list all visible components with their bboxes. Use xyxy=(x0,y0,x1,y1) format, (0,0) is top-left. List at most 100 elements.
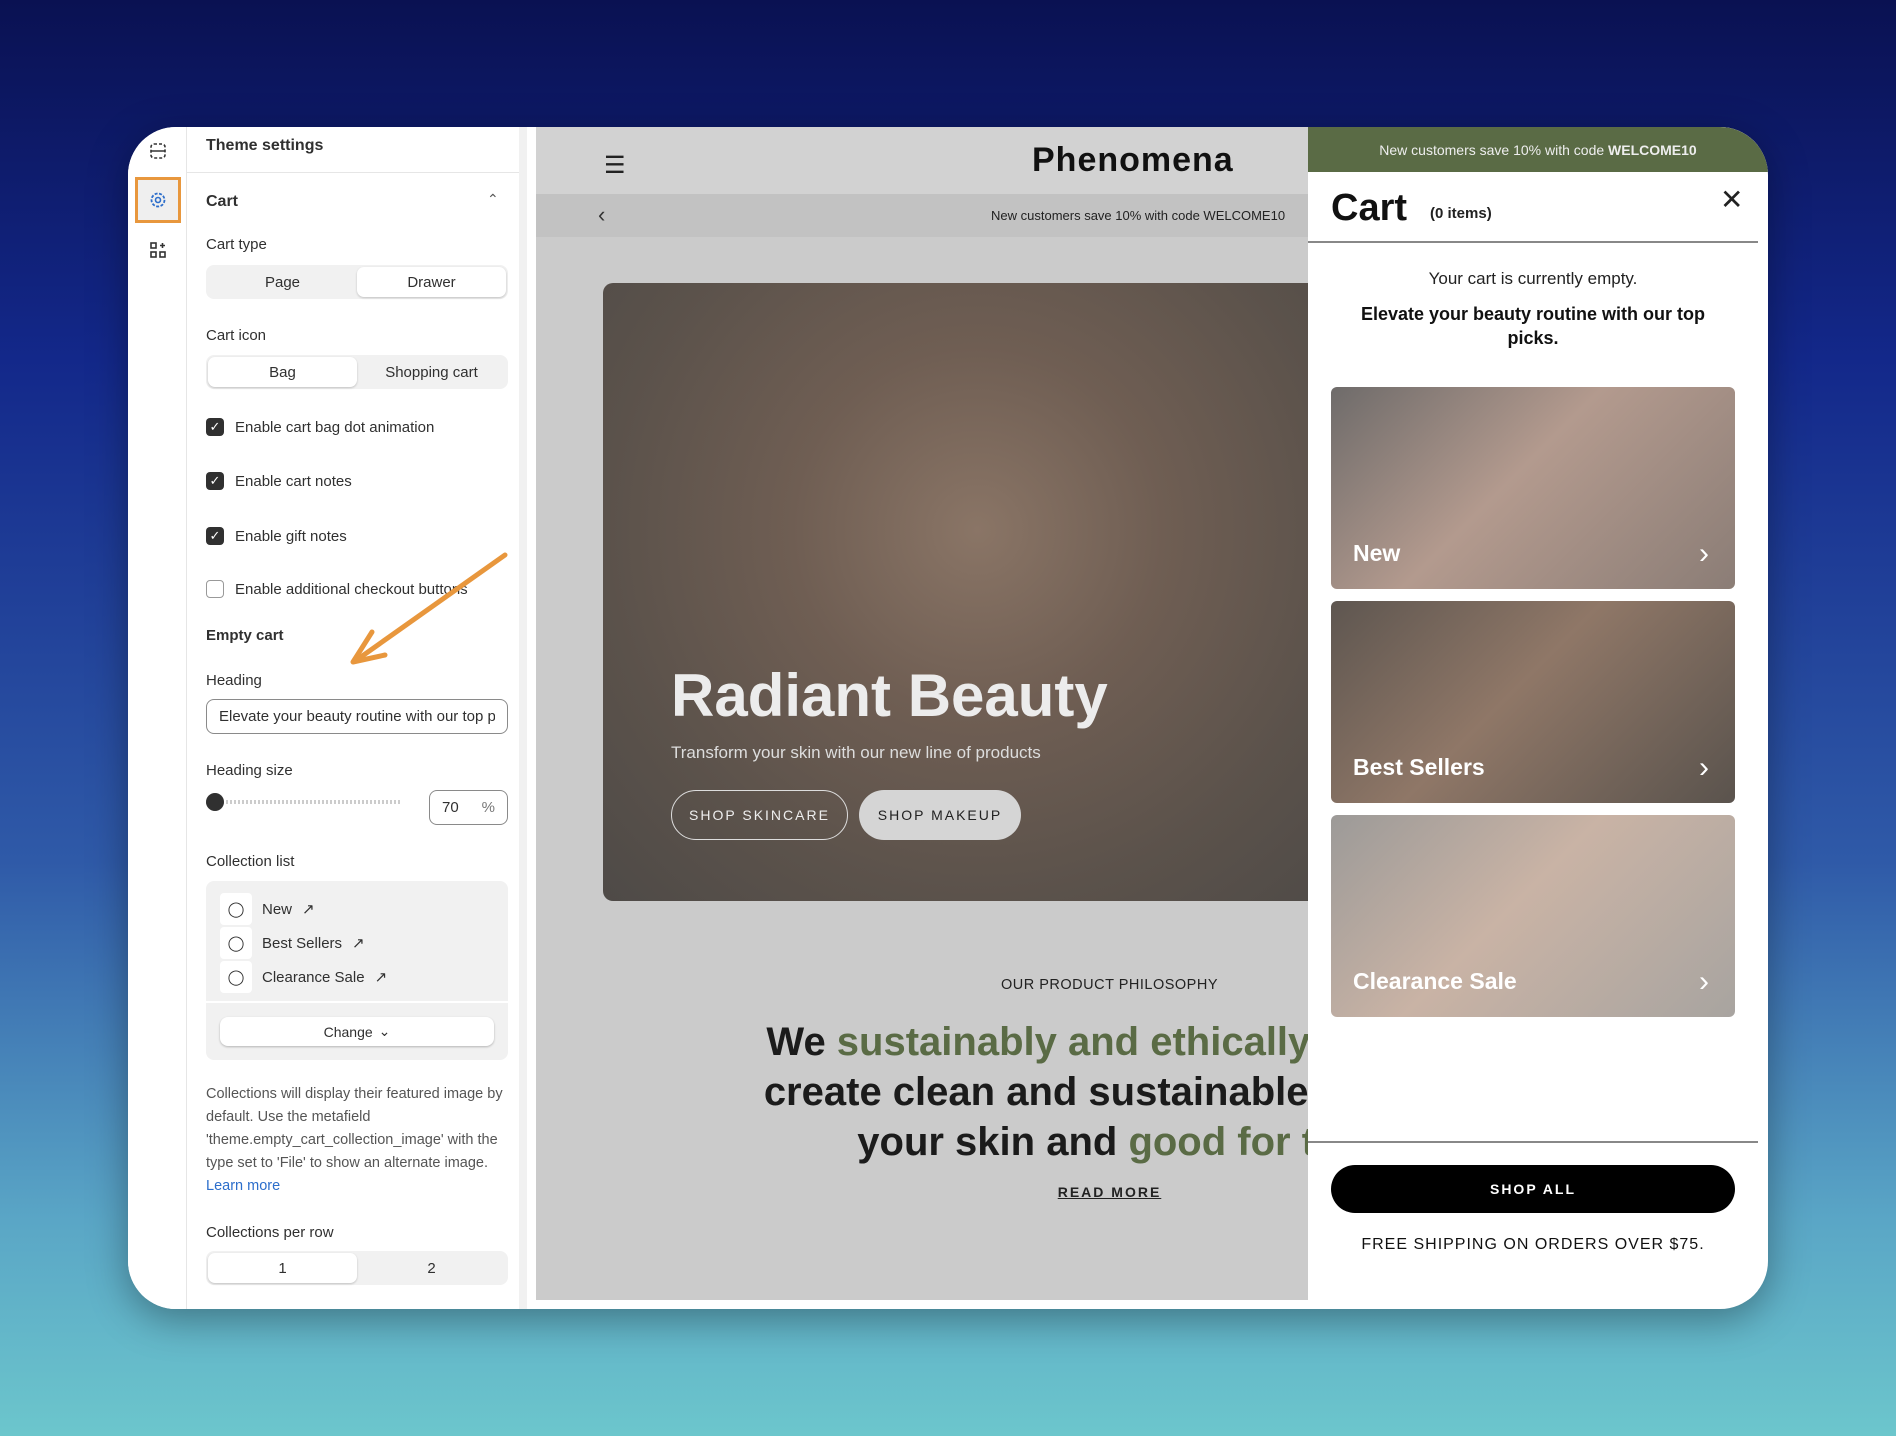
shop-makeup-button[interactable]: SHOP MAKEUP xyxy=(859,790,1021,840)
heading-label: Heading xyxy=(206,672,262,689)
checkbox-label: Enable cart notes xyxy=(235,472,352,490)
cart-icon-shopping-cart[interactable]: Shopping cart xyxy=(357,357,506,387)
cart-count: (0 items) xyxy=(1430,205,1492,222)
checkbox-label: Enable cart bag dot animation xyxy=(235,418,435,436)
per-row-2[interactable]: 2 xyxy=(357,1253,506,1283)
percent-unit: % xyxy=(481,799,495,816)
chevron-up-icon[interactable]: ⌃ xyxy=(487,191,499,208)
collection-name: New xyxy=(262,900,293,918)
chevron-right-icon: › xyxy=(1699,751,1709,784)
collection-item[interactable]: ◯ Best Sellers ↗ xyxy=(220,927,365,959)
empty-cart-heading: Empty cart xyxy=(206,627,284,644)
hamburger-menu-icon[interactable]: ☰ xyxy=(604,151,626,180)
headline-text: create clean and sustainable produc xyxy=(763,1070,1308,1114)
help-text-body: Collections will display their featured … xyxy=(206,1086,503,1171)
headline-line: create clean and sustainable produc xyxy=(536,1067,1308,1117)
cart-icon-toggle: Bag Shopping cart xyxy=(206,355,508,389)
collection-list-label: Collection list xyxy=(206,853,295,870)
heading-size-input[interactable]: 70% xyxy=(429,790,508,825)
heading-size-slider-track[interactable] xyxy=(206,800,401,804)
gear-icon[interactable] xyxy=(135,177,181,223)
hero-image: Radiant Beauty Transform your skin with … xyxy=(603,283,1308,901)
collection-list: ◯ New ↗ ◯ Best Sellers ↗ ◯ Clearance Sale ↗ Ch… xyxy=(206,881,508,1060)
tag-icon: ◯ xyxy=(220,961,252,993)
checkbox-label: Enable gift notes xyxy=(235,527,347,545)
apps-icon[interactable] xyxy=(140,232,176,268)
external-link-icon[interactable]: ↗ xyxy=(375,968,388,986)
section-title[interactable]: Cart xyxy=(206,193,238,211)
cart-icon-bag[interactable]: Bag xyxy=(208,357,357,387)
philosophy-headline: We sustainably and ethically sourcecreat… xyxy=(536,1017,1308,1167)
change-button[interactable]: Change ⌄ xyxy=(220,1017,494,1046)
sections-icon[interactable] xyxy=(140,133,176,169)
store-preview: ☰ Phenomena ‹ New customers save 10% wit… xyxy=(536,127,1308,1300)
theme-editor-window: Theme settings Cart ⌃ Cart type Page Dra… xyxy=(128,127,1768,1309)
tag-icon: ◯ xyxy=(220,893,252,925)
collection-card-new[interactable]: New › xyxy=(1331,387,1735,589)
chevron-down-icon: ⌄ xyxy=(378,1023,391,1039)
checkbox-checked-icon[interactable]: ✓ xyxy=(206,418,224,436)
checkbox-checked-icon[interactable]: ✓ xyxy=(206,472,224,490)
checkbox-label: Enable additional checkout buttons xyxy=(235,580,468,598)
learn-more-link[interactable]: Learn more xyxy=(206,1178,280,1194)
empty-cart-message: Your cart is currently empty. xyxy=(1428,269,1638,288)
headline-line: your skin and good for the xyxy=(536,1117,1308,1167)
promo-code: WELCOME10 xyxy=(1608,141,1697,158)
per-row-label: Collections per row xyxy=(206,1224,334,1241)
checkbox-unchecked-icon[interactable] xyxy=(206,580,224,598)
read-more-link[interactable]: READ MORE xyxy=(536,1184,1308,1200)
checkbox-checked-icon[interactable]: ✓ xyxy=(206,527,224,545)
cart-type-page[interactable]: Page xyxy=(208,267,357,297)
per-row-1[interactable]: 1 xyxy=(208,1253,357,1283)
divider xyxy=(187,172,519,173)
collection-card-clearance-sale[interactable]: Clearance Sale › xyxy=(1331,815,1735,1017)
slider-handle[interactable] xyxy=(206,793,224,811)
free-shipping-note: FREE SHIPPING ON ORDERS OVER $75. xyxy=(1361,1236,1705,1253)
per-row-toggle: 1 2 xyxy=(206,1251,508,1285)
close-icon[interactable]: ✕ xyxy=(1720,183,1743,216)
checkbox-gift-notes[interactable]: ✓ Enable gift notes xyxy=(206,527,347,545)
icon-rail xyxy=(128,127,187,1309)
cart-icon-label: Cart icon xyxy=(206,327,267,344)
collection-name: Best Sellers xyxy=(262,934,343,952)
heading-size-label: Heading size xyxy=(206,762,293,779)
checkbox-cart-notes[interactable]: ✓ Enable cart notes xyxy=(206,472,352,490)
settings-panel: Theme settings Cart ⌃ Cart type Page Dra… xyxy=(187,127,527,1309)
cart-announcement: New customers save 10% with code WELCOME… xyxy=(1308,127,1768,172)
cart-title: Cart xyxy=(1331,187,1408,229)
panel-title: Theme settings xyxy=(206,137,324,154)
hero-title: Radiant Beauty xyxy=(671,662,1108,729)
cart-type-label: Cart type xyxy=(206,236,267,253)
headline-accent: good for the xyxy=(1128,1120,1308,1164)
divider xyxy=(206,1001,508,1003)
cart-type-drawer[interactable]: Drawer xyxy=(357,267,506,297)
card-title: Clearance Sale xyxy=(1353,968,1517,994)
banner-text: New customers save 10% with code xyxy=(1379,141,1609,158)
divider xyxy=(1308,1141,1758,1143)
shop-all-button[interactable]: SHOP ALL xyxy=(1331,1165,1735,1213)
checkbox-dot-animation[interactable]: ✓ Enable cart bag dot animation xyxy=(206,418,434,436)
collection-name: Clearance Sale xyxy=(262,968,365,986)
headline-text: We xyxy=(766,1020,837,1064)
heading-input[interactable] xyxy=(206,699,508,734)
chevron-left-icon[interactable]: ‹ xyxy=(598,202,605,228)
external-link-icon[interactable]: ↗ xyxy=(352,934,365,952)
chevron-right-icon: › xyxy=(1699,537,1709,570)
chevron-right-icon: › xyxy=(1699,965,1709,998)
store-logo[interactable]: Phenomena xyxy=(1032,141,1234,180)
headline-line: We sustainably and ethically source xyxy=(536,1017,1308,1067)
collection-item[interactable]: ◯ Clearance Sale ↗ xyxy=(220,961,387,993)
divider xyxy=(1308,241,1758,243)
card-title: New xyxy=(1353,540,1401,566)
change-label: Change xyxy=(323,1023,373,1040)
checkbox-checkout-buttons[interactable]: Enable additional checkout buttons xyxy=(206,580,468,598)
store-header: ☰ Phenomena xyxy=(536,127,1308,194)
shop-skincare-button[interactable]: SHOP SKINCARE xyxy=(671,790,848,840)
tag-icon: ◯ xyxy=(220,927,252,959)
heading-size-value: 70 xyxy=(442,799,459,816)
collection-item[interactable]: ◯ New ↗ xyxy=(220,893,315,925)
card-title: Best Sellers xyxy=(1353,754,1485,780)
hero-subtitle: Transform your skin with our new line of… xyxy=(671,743,1041,762)
external-link-icon[interactable]: ↗ xyxy=(302,900,315,918)
collection-card-best-sellers[interactable]: Best Sellers › xyxy=(1331,601,1735,803)
